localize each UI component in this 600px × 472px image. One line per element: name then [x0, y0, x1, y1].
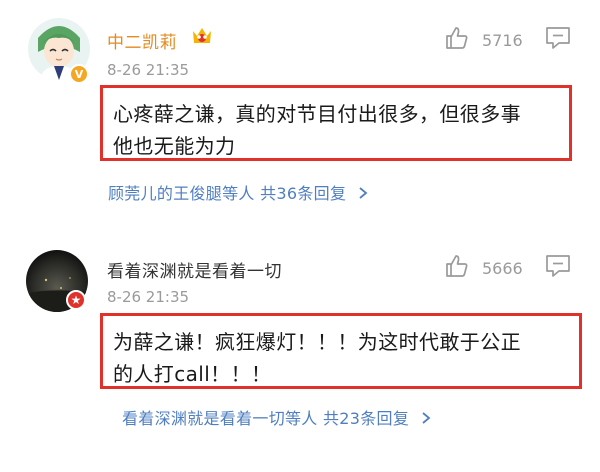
reply-summary-text: 看着深渊就是看着一切等人 共23条回复 — [122, 409, 410, 428]
reply-summary-text: 顾莞儿的王俊腿等人 共36条回复 — [108, 184, 347, 203]
comment-text-line: 的人打call！！！ — [113, 362, 272, 386]
thumbs-up-icon — [444, 25, 470, 55]
verified-v-icon: V — [69, 64, 89, 84]
comment-reply-icon[interactable] — [545, 26, 571, 54]
reply-summary-link[interactable]: 顾莞儿的王俊腿等人 共36条回复 — [108, 180, 368, 204]
username[interactable]: 看着深渊就是看着一切 — [107, 257, 282, 282]
comment-reply-icon[interactable] — [545, 254, 571, 282]
star-badge-icon: ★ — [66, 290, 86, 310]
comment-text-line: 为薛之谦！疯狂爆灯！！！为这时代敢于公正 — [113, 330, 521, 354]
username[interactable]: 中二凯莉 — [107, 28, 177, 53]
member-crown-icon — [190, 24, 214, 52]
comment-item: ★ 看着深渊就是看着一切 8-26 21:35 5666 为薛之谦！疯狂爆灯！！… — [0, 232, 600, 472]
comment-content: 为薛之谦！疯狂爆灯！！！为这时代敢于公正 的人打call！！！ — [100, 313, 582, 389]
timestamp: 8-26 21:35 — [107, 288, 190, 306]
like-button[interactable]: 5716 — [444, 25, 523, 55]
comment-item: V 中二凯莉 8-26 21:35 5716 心疼薛之谦，真的对节目付出很多，但… — [0, 0, 600, 220]
like-count: 5716 — [482, 30, 523, 50]
like-button[interactable]: 5666 — [444, 253, 523, 283]
like-count: 5666 — [482, 258, 523, 278]
comment-content: 心疼薛之谦，真的对节目付出很多，但很多事 他也无能为力 — [100, 85, 572, 161]
timestamp: 8-26 21:35 — [107, 61, 190, 79]
comment-text-line: 他也无能为力 — [113, 134, 236, 158]
chevron-right-icon — [421, 410, 431, 429]
reply-summary-link[interactable]: 看着深渊就是看着一切等人 共23条回复 — [122, 405, 431, 429]
thumbs-up-icon — [444, 253, 470, 283]
comment-text-line: 心疼薛之谦，真的对节目付出很多，但很多事 — [113, 102, 521, 126]
chevron-right-icon — [358, 185, 368, 204]
